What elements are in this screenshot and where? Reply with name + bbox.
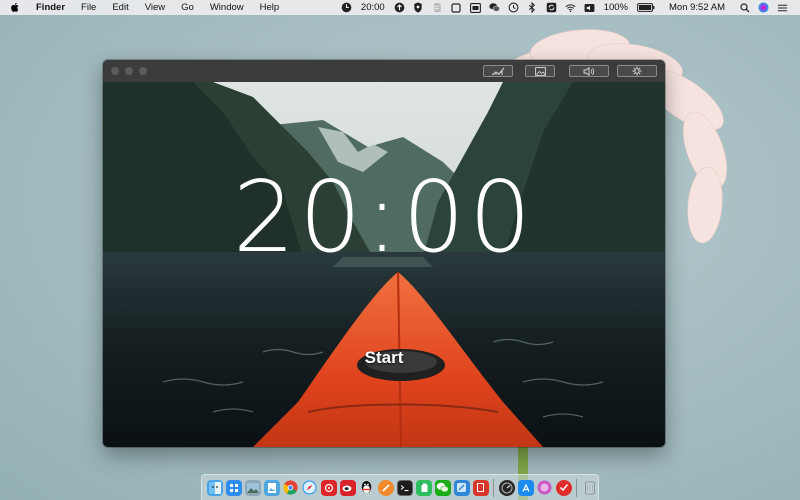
apple-icon[interactable] [10, 2, 24, 13]
safari-icon[interactable] [302, 480, 318, 496]
bluetooth-icon[interactable] [527, 2, 538, 13]
timer-icon[interactable] [341, 2, 352, 13]
weibo-icon[interactable] [339, 479, 356, 496]
paw-icon[interactable] [377, 479, 394, 496]
books-icon[interactable] [472, 479, 489, 496]
timer-display: 20:00 [232, 161, 536, 275]
netease-music-icon[interactable] [320, 479, 337, 496]
menu-file[interactable]: File [73, 0, 104, 15]
finder-icon[interactable] [206, 479, 223, 496]
app-store-icon[interactable] [517, 479, 534, 496]
menu-edit[interactable]: Edit [104, 0, 136, 15]
menu-help[interactable]: Help [252, 0, 288, 15]
volume-icon[interactable] [584, 2, 595, 13]
wechat-icon[interactable] [489, 2, 500, 13]
control-center-icon[interactable] [777, 2, 788, 13]
dock-separator [493, 478, 494, 497]
minimize-button[interactable] [125, 67, 133, 75]
todo-icon[interactable] [555, 479, 572, 496]
background-button[interactable] [525, 65, 555, 77]
close-button[interactable] [111, 67, 119, 75]
settings-button[interactable] [617, 65, 657, 77]
photos-icon[interactable] [244, 479, 261, 496]
terminal-icon[interactable] [396, 479, 413, 496]
trash-icon[interactable] [582, 480, 598, 496]
launchpad-icon[interactable] [225, 479, 242, 496]
siri-icon[interactable] [758, 2, 769, 13]
activity-icon[interactable] [498, 479, 515, 496]
dock [201, 474, 599, 500]
menubar-clock[interactable]: Mon 9:52 AM [669, 2, 725, 13]
menu-bar: Finder File Edit View Go Window Help 20:… [0, 0, 800, 15]
battery-icon[interactable] [637, 2, 655, 13]
settings-icon [632, 66, 642, 76]
start-button[interactable]: Start [349, 347, 419, 369]
upload-icon[interactable] [394, 2, 405, 13]
battery-percent[interactable]: 100% [604, 2, 628, 13]
zoom-button[interactable] [139, 67, 147, 75]
window-titlebar[interactable] [103, 60, 665, 82]
qq-icon[interactable] [359, 480, 375, 496]
evernote-icon[interactable] [432, 2, 443, 13]
arc-icon[interactable] [537, 480, 553, 496]
sound-icon [583, 66, 595, 76]
chrome-icon[interactable] [283, 480, 299, 496]
evernote-app-icon[interactable] [415, 479, 432, 496]
menu-go[interactable]: Go [173, 0, 202, 15]
wechat-app-icon[interactable] [434, 479, 451, 496]
sound-button[interactable] [569, 65, 609, 77]
menu-window[interactable]: Window [202, 0, 252, 15]
stats-button[interactable] [483, 65, 513, 77]
square-icon[interactable] [451, 2, 462, 13]
timer-app-window: 20:00 Start [103, 60, 665, 447]
xcode-icon[interactable] [453, 479, 470, 496]
window-icon[interactable] [469, 2, 481, 13]
sync-icon[interactable] [546, 2, 557, 13]
menubar-timer-status[interactable]: 20:00 [361, 2, 385, 13]
image-icon [534, 66, 546, 76]
dock-separator-2 [576, 478, 577, 497]
preview-icon[interactable] [263, 479, 280, 496]
menu-view[interactable]: View [137, 0, 173, 15]
wifi-icon[interactable] [565, 2, 576, 13]
stats-icon [491, 67, 505, 75]
shield-icon[interactable] [413, 2, 424, 13]
search-icon[interactable] [739, 2, 750, 13]
time-machine-icon[interactable] [508, 2, 519, 13]
window-controls [111, 67, 147, 75]
menu-app-name[interactable]: Finder [32, 0, 73, 15]
